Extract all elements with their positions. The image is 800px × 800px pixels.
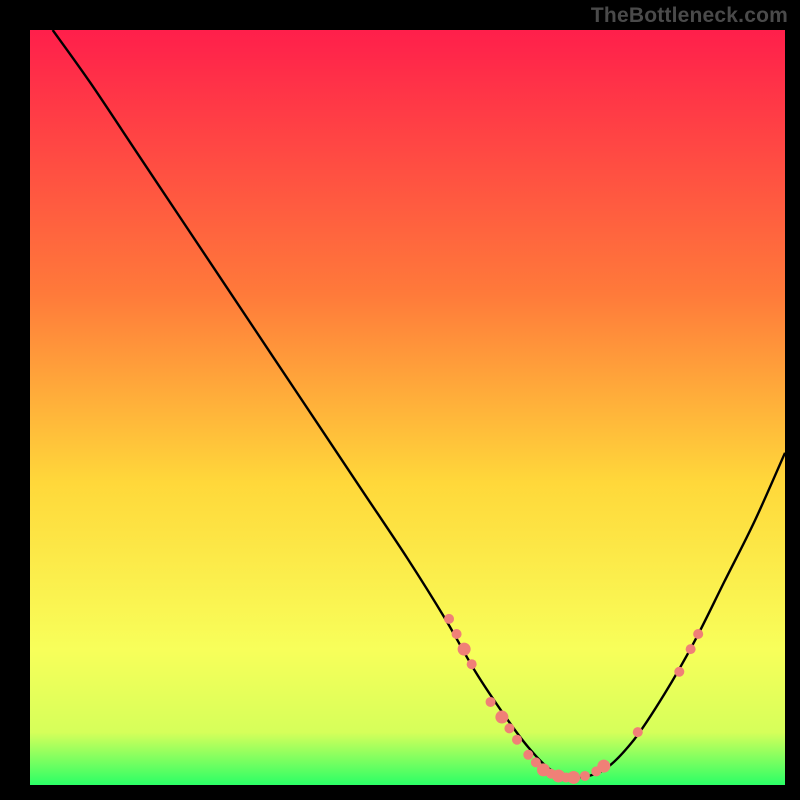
data-marker <box>597 760 610 773</box>
data-marker <box>458 643 471 656</box>
data-marker <box>467 659 477 669</box>
chart-frame: TheBottleneck.com <box>0 0 800 800</box>
data-marker <box>633 727 643 737</box>
watermark-label: TheBottleneck.com <box>591 4 788 28</box>
chart-plot <box>30 30 785 785</box>
data-marker <box>523 750 533 760</box>
data-marker <box>452 629 462 639</box>
gradient-background <box>30 30 785 785</box>
data-marker <box>580 771 590 781</box>
data-marker <box>693 629 703 639</box>
data-marker <box>686 644 696 654</box>
data-marker <box>444 614 454 624</box>
data-marker <box>512 735 522 745</box>
data-marker <box>674 667 684 677</box>
data-marker <box>486 697 496 707</box>
data-marker <box>567 771 580 784</box>
chart-svg <box>30 30 785 785</box>
data-marker <box>504 723 514 733</box>
data-marker <box>495 711 508 724</box>
